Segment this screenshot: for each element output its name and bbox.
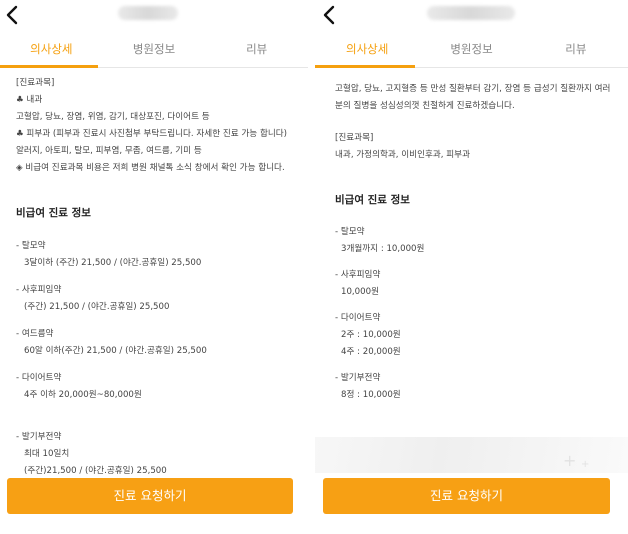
faded-banner: + + — [315, 437, 628, 473]
tab-reviews[interactable]: 리뷰 — [524, 36, 628, 68]
request-consultation-button[interactable]: 진료 요청하기 — [323, 478, 610, 514]
item-name: - 탈모약 — [335, 227, 365, 237]
item-name: - 사후피임약 — [335, 270, 381, 280]
item-name: - 발기부전약 — [335, 373, 381, 383]
doctor-detail-content: 고혈압, 당뇨, 고지혈증 등 만성 질환부터 감기, 장염 등 급성기 질환까… — [315, 68, 628, 404]
dept-line: ◈ 비급여 진료과목 비용은 저희 병원 채널톡 소식 창에서 확인 가능 합니… — [16, 163, 285, 173]
item-name: - 여드름약 — [16, 329, 54, 339]
tab-bar: 의사상세 병원정보 리뷰 — [315, 36, 628, 68]
tab-reviews[interactable]: 리뷰 — [205, 36, 308, 68]
item-detail: 3개월까지 : 10,000원 — [341, 244, 425, 254]
item-name: - 다이어트약 — [335, 313, 381, 323]
item-name: - 다이어트약 — [16, 373, 62, 383]
price-item: - 다이어트약 4주 이하 20,000원~80,000원 — [16, 370, 308, 404]
item-name: - 사후피임약 — [16, 285, 62, 295]
price-item: - 발기부전약 최대 10일치 (주간)21,500 / (야간.공휴일) 25… — [16, 429, 308, 480]
item-detail: (주간) 21,500 / (야간.공휴일) 25,500 — [24, 302, 170, 312]
item-name: - 발기부전약 — [16, 432, 62, 442]
tab-doctor-detail[interactable]: 의사상세 — [315, 36, 419, 68]
dept-line: ♣ 내과 — [16, 95, 43, 105]
intro-line: 고혈압, 당뇨, 고지혈증 등 만성 질환부터 감기, 장염 등 급성기 질환까… — [335, 84, 611, 94]
price-item: - 사후피임약 10,000원 — [335, 267, 628, 301]
item-detail: 4주 : 20,000원 — [341, 347, 401, 357]
screen-divider — [308, 0, 315, 534]
tab-hospital-info[interactable]: 병원정보 — [419, 36, 523, 68]
non-covered-title: 비급여 진료 정보 — [16, 207, 91, 219]
tab-bar: 의사상세 병원정보 리뷰 — [0, 36, 308, 68]
tab-doctor-detail[interactable]: 의사상세 — [0, 36, 103, 68]
dept-line: 알러지, 아토피, 탈모, 피부염, 무좀, 여드름, 기미 등 — [16, 146, 202, 156]
request-consultation-button[interactable]: 진료 요청하기 — [7, 478, 293, 514]
item-detail: 최대 10일치 — [24, 449, 70, 459]
blurred-doctor-name — [427, 6, 515, 20]
item-name: - 탈모약 — [16, 241, 46, 251]
dept-title: [진료과목] — [335, 133, 374, 143]
back-chevron-icon[interactable] — [321, 4, 339, 26]
blurred-doctor-name — [118, 6, 178, 20]
price-item: - 탈모약 3달이하 (주간) 21,500 / (야간.공휴일) 25,500 — [16, 238, 308, 272]
header — [0, 0, 308, 36]
header — [315, 0, 628, 36]
item-detail: 3달이하 (주간) 21,500 / (야간.공휴일) 25,500 — [24, 258, 202, 268]
item-detail: 2주 : 10,000원 — [341, 330, 401, 340]
item-detail: 8정 : 10,000원 — [341, 390, 401, 400]
price-item: - 탈모약 3개월까지 : 10,000원 — [335, 224, 628, 258]
dept-list: 내과, 가정의학과, 이비인후과, 피부과 — [335, 150, 470, 160]
dept-line: 고혈압, 당뇨, 장염, 위염, 감기, 대상포진, 다이어트 등 — [16, 112, 210, 122]
doctor-detail-content: [진료과목] ♣ 내과 고혈압, 당뇨, 장염, 위염, 감기, 대상포진, 다… — [0, 68, 308, 480]
dept-title: [진료과목] — [16, 78, 55, 88]
sparkle-icon: + — [563, 451, 577, 470]
tab-hospital-info[interactable]: 병원정보 — [103, 36, 206, 68]
dept-line: ♣ 피부과 (피부과 진료시 사진첨부 부탁드립니다. 자세한 진료 가능 합니… — [16, 129, 288, 139]
back-chevron-icon[interactable] — [4, 4, 22, 26]
left-screen: 의사상세 병원정보 리뷰 [진료과목] ♣ 내과 고혈압, 당뇨, 장염, 위염… — [0, 0, 308, 534]
non-covered-title: 비급여 진료 정보 — [335, 194, 410, 206]
item-detail: 10,000원 — [341, 287, 379, 297]
intro-line: 분의 질병을 성심성의껏 친절하게 진료하겠습니다. — [335, 101, 515, 111]
sparkle-icon: + — [581, 459, 590, 470]
right-screen: 의사상세 병원정보 리뷰 고혈압, 당뇨, 고지혈증 등 만성 질환부터 감기,… — [315, 0, 628, 534]
price-item: - 여드름약 60알 이하(주간) 21,500 / (야간.공휴일) 25,5… — [16, 326, 308, 360]
item-detail: 4주 이하 20,000원~80,000원 — [24, 390, 142, 400]
item-detail: 60알 이하(주간) 21,500 / (야간.공휴일) 25,500 — [24, 346, 207, 356]
price-item: - 다이어트약 2주 : 10,000원 4주 : 20,000원 — [335, 310, 628, 361]
price-item: - 사후피임약 (주간) 21,500 / (야간.공휴일) 25,500 — [16, 282, 308, 316]
price-item: - 발기부전약 8정 : 10,000원 — [335, 370, 628, 404]
